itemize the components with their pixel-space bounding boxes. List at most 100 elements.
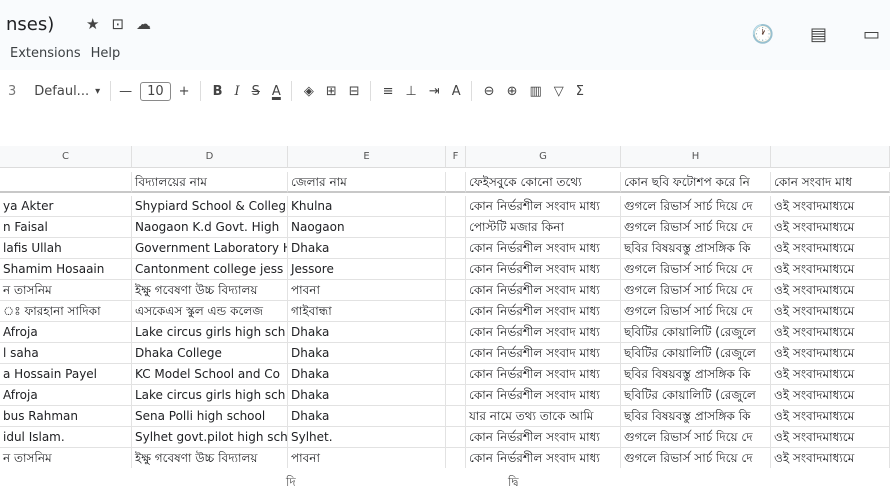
- cell[interactable]: যার নামে তথ্য তাকে আমি: [466, 406, 621, 427]
- cell[interactable]: ছবির বিষয়বস্তু প্রাসঙ্গিক কি: [621, 238, 771, 259]
- cell[interactable]: Afroja: [0, 385, 132, 406]
- cell[interactable]: কোন ছবি ফটোশপ করে নি: [621, 172, 771, 193]
- cell[interactable]: [446, 322, 466, 343]
- cell[interactable]: Dhaka: [288, 343, 446, 364]
- cell[interactable]: [446, 280, 466, 301]
- cell[interactable]: ন তাসনিম: [0, 280, 132, 301]
- cell[interactable]: কোন নির্ভরশীল সংবাদ মাধ্য: [466, 301, 621, 322]
- menu-help[interactable]: Help: [91, 46, 121, 61]
- insert-comment-icon[interactable]: ⊕: [507, 84, 518, 99]
- cell[interactable]: Afroja: [0, 322, 132, 343]
- cell[interactable]: Naogaon: [288, 217, 446, 238]
- insert-link-icon[interactable]: ⊖: [484, 84, 495, 99]
- cell[interactable]: জেলার নাম: [288, 172, 446, 193]
- cell[interactable]: Sena Polli high school: [132, 406, 288, 427]
- cell[interactable]: কোন নির্ভরশীল সংবাদ মাধ্য: [466, 448, 621, 469]
- cell[interactable]: Shamim Hosaain: [0, 259, 132, 280]
- cell[interactable]: ছবির বিষয়বস্তু প্রাসঙ্গিক কি: [621, 364, 771, 385]
- cloud-status-icon[interactable]: ☁: [136, 15, 151, 33]
- cell[interactable]: ফেইসবুকে কোনো তথ্যে: [466, 172, 621, 193]
- cell[interactable]: Dhaka: [288, 406, 446, 427]
- cell[interactable]: [446, 301, 466, 322]
- column-header-h[interactable]: H: [621, 146, 771, 168]
- cell[interactable]: Khulna: [288, 196, 446, 217]
- cell[interactable]: গুগলে রিভার্স সার্চ দিয়ে দে: [621, 259, 771, 280]
- cell[interactable]: ছবির বিষয়বস্তু প্রাসঙ্গিক কি: [621, 406, 771, 427]
- cell[interactable]: ন তাসনিম: [0, 448, 132, 469]
- cell[interactable]: [446, 259, 466, 280]
- column-header-d[interactable]: D: [132, 146, 288, 168]
- cell[interactable]: গুগলে রিভার্স সার্চ দিয়ে দে: [621, 301, 771, 322]
- cell[interactable]: ওই সংবাদমাধ্যমে: [771, 217, 890, 238]
- document-title[interactable]: nses): [6, 14, 54, 35]
- column-header-g[interactable]: G: [466, 146, 621, 168]
- cell[interactable]: কোন নির্ভরশীল সংবাদ মাধ্য: [466, 238, 621, 259]
- cell[interactable]: ওই সংবাদমাধ্যমে: [771, 364, 890, 385]
- cell[interactable]: KC Model School and Co: [132, 364, 288, 385]
- cell[interactable]: [446, 343, 466, 364]
- cell[interactable]: গুগলে রিভার্স সার্চ দিয়ে দে: [621, 427, 771, 448]
- cell[interactable]: Sylhet govt.pilot high sch: [132, 427, 288, 448]
- column-header-e[interactable]: E: [288, 146, 446, 168]
- cell[interactable]: কোন নির্ভরশীল সংবাদ মাধ্য: [466, 259, 621, 280]
- cell[interactable]: bus Rahman: [0, 406, 132, 427]
- cell[interactable]: ইক্ষু গবেষণা উচ্চ বিদ্যালয়: [132, 448, 288, 469]
- cell[interactable]: ওই সংবাদমাধ্যমে: [771, 238, 890, 259]
- cell[interactable]: পোস্টটি মজার কিনা: [466, 217, 621, 238]
- cell[interactable]: গুগলে রিভার্স সার্চ দিয়ে দে: [621, 448, 771, 469]
- text-rotation-icon[interactable]: A: [452, 84, 461, 99]
- cell[interactable]: ঃ ফারহানা সাদিকা: [0, 301, 132, 322]
- cell[interactable]: Jessore: [288, 259, 446, 280]
- cell[interactable]: কোন নির্ভরশীল সংবাদ মাধ্য: [466, 343, 621, 364]
- cell[interactable]: কোন নির্ভরশীল সংবাদ মাধ্য: [466, 385, 621, 406]
- cell[interactable]: idul Islam.: [0, 427, 132, 448]
- font-select[interactable]: Defaul... ▾: [34, 84, 100, 99]
- cell[interactable]: [446, 448, 466, 469]
- cell[interactable]: ওই সংবাদমাধ্যমে: [771, 322, 890, 343]
- italic-button[interactable]: I: [235, 84, 240, 99]
- cell[interactable]: গাইবান্ধা: [288, 301, 446, 322]
- cell[interactable]: l saha: [0, 343, 132, 364]
- cell[interactable]: ওই সংবাদমাধ্যমে: [771, 406, 890, 427]
- menu-extensions[interactable]: Extensions: [10, 46, 81, 61]
- cell[interactable]: ওই সংবাদমাধ্যমে: [771, 448, 890, 469]
- cell[interactable]: ওই সংবাদমাধ্যমে: [771, 385, 890, 406]
- cell[interactable]: ওই সংবাদমাধ্যমে: [771, 301, 890, 322]
- cell[interactable]: কোন সংবাদ মাধ: [771, 172, 890, 193]
- cell[interactable]: Government Laboratory H: [132, 238, 288, 259]
- cell[interactable]: Shypiard School & Colleg: [132, 196, 288, 217]
- font-size-input[interactable]: 10: [140, 81, 171, 101]
- insert-chart-icon[interactable]: ▥: [529, 84, 541, 99]
- cell[interactable]: ya Akter: [0, 196, 132, 217]
- horizontal-align-icon[interactable]: ≡: [383, 84, 394, 99]
- cell[interactable]: Dhaka: [288, 364, 446, 385]
- cell[interactable]: [446, 427, 466, 448]
- cell[interactable]: ওই সংবাদমাধ্যমে: [771, 280, 890, 301]
- cell[interactable]: গুগলে রিভার্স সার্চ দিয়ে দে: [621, 280, 771, 301]
- cell[interactable]: a Hossain Payel: [0, 364, 132, 385]
- cell[interactable]: ওই সংবাদমাধ্যমে: [771, 259, 890, 280]
- cell[interactable]: [446, 406, 466, 427]
- cell[interactable]: এসকেএস স্কুল এন্ড কলেজ: [132, 301, 288, 322]
- formula-bar[interactable]: [0, 110, 890, 147]
- cell[interactable]: Dhaka College: [132, 343, 288, 364]
- cell[interactable]: Dhaka: [288, 238, 446, 259]
- vertical-align-icon[interactable]: ⊥: [406, 84, 417, 99]
- cell[interactable]: [446, 238, 466, 259]
- column-header-c[interactable]: C: [0, 146, 132, 168]
- column-header-f[interactable]: F: [446, 146, 466, 168]
- cell[interactable]: Lake circus girls high sch: [132, 385, 288, 406]
- cell[interactable]: [446, 196, 466, 217]
- cell[interactable]: কোন নির্ভরশীল সংবাদ মাধ্য: [466, 280, 621, 301]
- cell[interactable]: গুগলে রিভার্স সার্চ দিয়ে দে: [621, 196, 771, 217]
- text-color-button[interactable]: A: [272, 84, 281, 99]
- cell[interactable]: Dhaka: [288, 322, 446, 343]
- cell[interactable]: Dhaka: [288, 385, 446, 406]
- cell[interactable]: [446, 217, 466, 238]
- decrease-font-size-button[interactable]: —: [119, 84, 132, 99]
- cell[interactable]: ওই সংবাদমাধ্যমে: [771, 196, 890, 217]
- increase-font-size-button[interactable]: +: [179, 84, 190, 99]
- comments-icon[interactable]: ▤: [810, 24, 827, 45]
- version-history-icon[interactable]: 🕐: [752, 24, 774, 45]
- cell[interactable]: Lake circus girls high sch: [132, 322, 288, 343]
